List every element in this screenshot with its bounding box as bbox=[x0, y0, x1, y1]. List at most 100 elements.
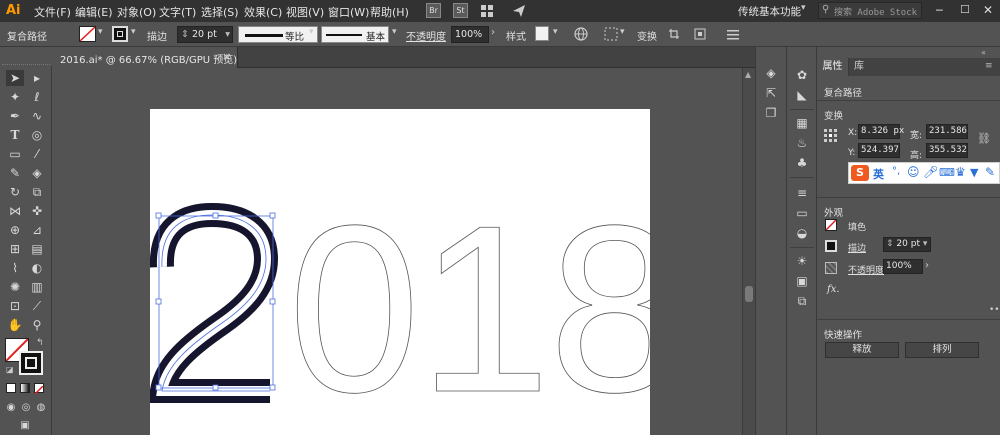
recolor-globe-icon[interactable] bbox=[574, 27, 588, 41]
transparency-icon[interactable]: ◒ bbox=[793, 225, 811, 241]
swatches-icon[interactable]: ▦ bbox=[793, 115, 811, 131]
layers-icon[interactable]: ◈ bbox=[762, 65, 780, 81]
panel-stroke-weight[interactable]: ⇕ 20 pt ▾ bbox=[883, 237, 931, 252]
swap-colors-icon[interactable]: ↰ bbox=[36, 338, 44, 348]
y-field[interactable]: 524.397 bbox=[858, 143, 900, 158]
align-grid-icon[interactable] bbox=[604, 27, 618, 41]
workspace-switcher[interactable]: 传统基本功能 bbox=[738, 4, 801, 19]
links-icon[interactable]: ⧉ bbox=[793, 293, 811, 309]
stroke-weight-field[interactable]: ⇕ 20 pt ▾ bbox=[177, 26, 233, 43]
tab-libraries[interactable]: 库 bbox=[849, 58, 869, 76]
w-field[interactable]: 231.586 bbox=[926, 124, 968, 139]
transform-link[interactable]: 变换 bbox=[637, 28, 657, 43]
lasso-tool-icon[interactable]: ℓ bbox=[28, 89, 46, 105]
minimize-button[interactable]: ─ bbox=[936, 4, 943, 17]
vertical-scrollbar[interactable]: ▲ bbox=[742, 68, 755, 435]
opacity-link[interactable]: 不透明度 bbox=[848, 263, 884, 276]
panel-menu-icon[interactable]: ≡ bbox=[985, 61, 993, 71]
profile-chevron-icon[interactable]: ▾ bbox=[309, 27, 314, 37]
opacity-arrow-icon[interactable]: › bbox=[925, 260, 929, 271]
menu-object[interactable]: 对象(O) bbox=[117, 4, 156, 20]
artboards-panel-icon[interactable]: ❐ bbox=[762, 105, 780, 121]
arrange-button[interactable]: 排列 bbox=[905, 342, 979, 358]
export-asset-icon[interactable]: ⇱ bbox=[762, 85, 780, 101]
reference-point-icon[interactable] bbox=[824, 129, 837, 142]
stepper-icon[interactable]: ⇕ bbox=[181, 29, 189, 40]
panel-opacity-field[interactable]: 100% bbox=[883, 259, 923, 274]
ime-keyboard-icon[interactable]: ⌨ bbox=[939, 166, 955, 179]
rectangle-tool-icon[interactable]: ▭ bbox=[6, 146, 24, 162]
outlined-digits-018[interactable]: 018 bbox=[288, 177, 650, 435]
hand-tool-icon[interactable]: ✋ bbox=[6, 317, 24, 333]
shaper-tool-icon[interactable]: ✎ bbox=[6, 165, 24, 181]
zoom-tool-icon[interactable]: ⚲ bbox=[28, 317, 46, 333]
brush-definition[interactable]: 基本 bbox=[321, 26, 389, 43]
artboard-tool-icon[interactable]: ⊡ bbox=[6, 298, 24, 314]
scroll-thumb[interactable] bbox=[745, 286, 753, 302]
menu-help[interactable]: 帮助(H) bbox=[370, 4, 409, 20]
selection-tool-icon[interactable]: ➤ bbox=[6, 70, 24, 86]
workspace-chevron-icon[interactable]: ▾ bbox=[801, 3, 806, 13]
document-tab[interactable]: 2016.ai* @ 66.67% (RGB/GPU 预览) × bbox=[52, 47, 238, 68]
ime-logo[interactable]: S bbox=[851, 165, 869, 181]
fill-chevron-icon[interactable]: ▾ bbox=[98, 27, 103, 37]
maximize-button[interactable]: ☐ bbox=[960, 3, 970, 16]
ime-skin-icon[interactable]: ♛ bbox=[955, 165, 966, 179]
panel-collapse-icon[interactable]: « bbox=[981, 48, 986, 57]
x-field[interactable]: 8.326 px bbox=[858, 124, 904, 139]
graphic-style-swatch[interactable] bbox=[535, 26, 549, 41]
selected-digit-2[interactable] bbox=[150, 202, 279, 403]
h-field[interactable]: 355.532 bbox=[926, 143, 968, 158]
symbols-icon[interactable]: ♣ bbox=[793, 155, 811, 171]
menu-window[interactable]: 窗口(W) bbox=[328, 4, 369, 20]
fill-swatch[interactable] bbox=[79, 26, 96, 42]
symbol-sprayer-tool-icon[interactable]: ✺ bbox=[6, 279, 24, 295]
menu-select[interactable]: 选择(S) bbox=[201, 4, 239, 20]
opacity-label[interactable]: 不透明度 bbox=[406, 28, 446, 43]
appearance-more-icon[interactable]: ••• bbox=[989, 305, 1000, 315]
graphic-styles-icon[interactable]: ▣ bbox=[793, 273, 811, 289]
default-colors-icon[interactable]: ◪ bbox=[6, 365, 14, 374]
stroke-color-box[interactable] bbox=[19, 351, 43, 375]
opacity-arrow-icon[interactable]: › bbox=[491, 27, 495, 38]
draw-inside-icon[interactable]: ◍ bbox=[32, 400, 50, 416]
stepper-icon[interactable]: ⇕ bbox=[886, 239, 894, 249]
send-icon[interactable] bbox=[512, 4, 526, 18]
crop-transform-icon[interactable] bbox=[667, 27, 681, 41]
shape-builder-tool-icon[interactable]: ⊕ bbox=[6, 222, 24, 238]
panel-menu-icon[interactable] bbox=[726, 27, 740, 41]
stroke-chevron-icon[interactable]: ▾ bbox=[131, 27, 136, 37]
stock-button[interactable]: St bbox=[453, 3, 468, 18]
stroke-panel-icon[interactable]: ≡ bbox=[793, 185, 811, 201]
brush-chevron-icon[interactable]: ▾ bbox=[392, 27, 397, 37]
menu-type[interactable]: 文字(T) bbox=[159, 4, 196, 20]
direct-selection-tool-icon[interactable]: ▸ bbox=[28, 70, 46, 86]
paintbrush-tool-icon[interactable]: ⁄ bbox=[28, 146, 46, 162]
constrain-proportions-icon[interactable]: ⛓ bbox=[977, 132, 991, 145]
style-chevron-icon[interactable]: ▾ bbox=[553, 27, 558, 37]
fx-button[interactable]: fx. bbox=[827, 284, 840, 295]
release-button[interactable]: 释放 bbox=[825, 342, 899, 358]
panel-opacity-icon[interactable] bbox=[825, 262, 837, 274]
stock-search[interactable]: ⚲ 搜索 Adobe Stock bbox=[818, 2, 922, 19]
ime-mode[interactable]: 英 bbox=[873, 166, 884, 182]
align-chevron-icon[interactable]: ▾ bbox=[620, 27, 625, 37]
screen-mode-icon[interactable]: ▣ bbox=[16, 418, 34, 434]
tab-properties[interactable]: 属性 bbox=[817, 58, 849, 76]
gradient-panel-icon[interactable]: ▭ bbox=[793, 205, 811, 221]
variable-width-profile[interactable]: 等比 bbox=[238, 26, 318, 43]
ime-emoji-icon[interactable]: ☺ bbox=[907, 165, 920, 179]
ime-voice-icon[interactable]: 🎤︎ bbox=[923, 165, 938, 179]
perspective-grid-tool-icon[interactable]: ⊿ bbox=[28, 222, 46, 238]
stroke-swatch[interactable] bbox=[112, 26, 128, 42]
artboard[interactable]: 018 bbox=[150, 109, 650, 435]
stroke-link[interactable]: 描边 bbox=[848, 241, 866, 254]
opacity-field[interactable]: 100% bbox=[451, 26, 489, 43]
blend-tool-icon[interactable]: ◐ bbox=[28, 260, 46, 276]
width-tool-icon[interactable]: ⋈ bbox=[6, 203, 24, 219]
color-mode-icon[interactable] bbox=[6, 383, 16, 393]
menu-edit[interactable]: 编辑(E) bbox=[75, 4, 113, 20]
close-window-button[interactable]: ✕ bbox=[983, 3, 993, 17]
scroll-up-arrow[interactable]: ▲ bbox=[745, 70, 751, 79]
artwork[interactable]: 018 bbox=[150, 109, 650, 435]
